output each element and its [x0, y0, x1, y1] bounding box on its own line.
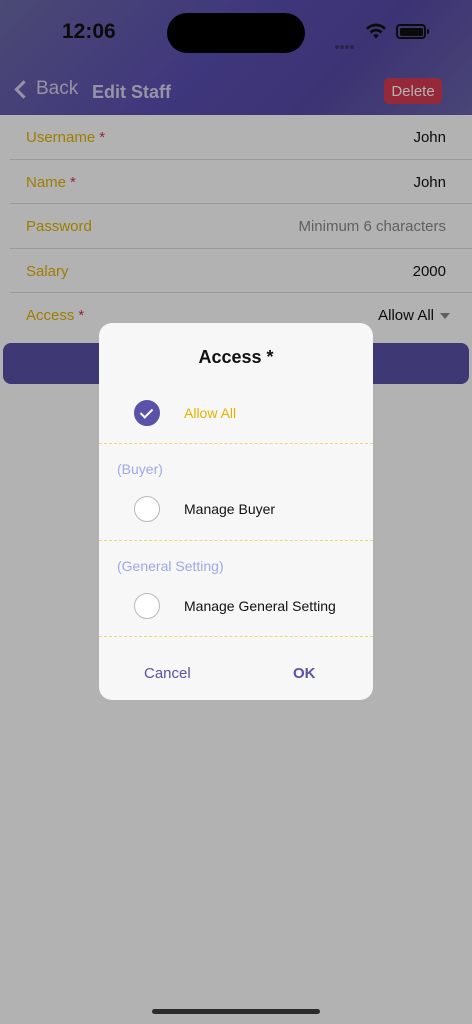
divider [99, 636, 373, 637]
cancel-button[interactable]: Cancel [144, 665, 191, 682]
home-indicator[interactable] [152, 1009, 320, 1014]
option-label: Allow All [184, 405, 237, 421]
dialog-actions: Cancel OK [99, 665, 373, 685]
checkbox-unchecked[interactable] [134, 593, 160, 619]
access-dialog: Access * Allow All (Buyer) Manage Buyer … [99, 323, 373, 700]
checkbox-checked[interactable] [134, 400, 160, 426]
dialog-title: Access * [198, 347, 274, 367]
checkbox-unchecked[interactable] [134, 496, 160, 522]
checkmark-icon [139, 405, 154, 419]
divider [99, 443, 373, 444]
ok-button[interactable]: OK [293, 665, 316, 682]
group-label-general-setting: (General Setting) [117, 558, 224, 574]
option-label: Manage General Setting [184, 598, 336, 614]
option-allow-all[interactable]: Allow All [99, 400, 373, 426]
option-label: Manage Buyer [184, 501, 276, 517]
group-label-buyer: (Buyer) [117, 461, 163, 477]
option-manage-buyer[interactable]: Manage Buyer [99, 496, 373, 522]
divider [99, 540, 373, 541]
option-manage-general-setting[interactable]: Manage General Setting [99, 593, 373, 619]
